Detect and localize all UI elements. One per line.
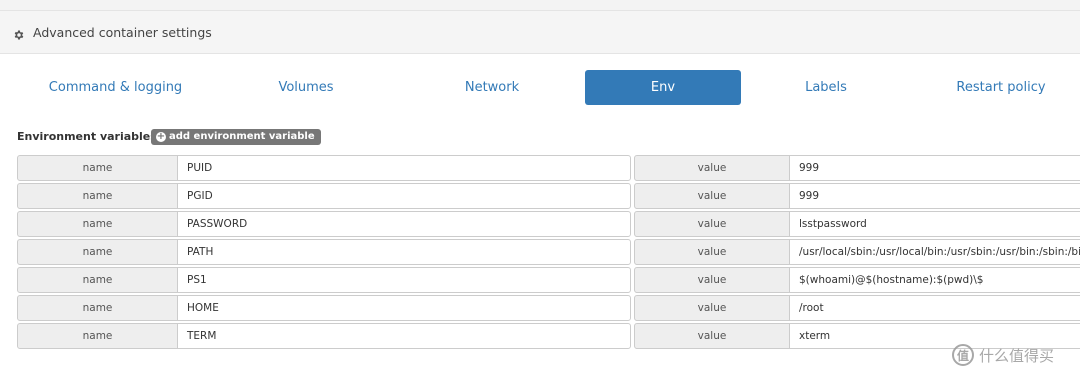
env-row: name PS1 value $(whoami)@$(hostname):$(p… <box>17 267 1080 295</box>
top-strip <box>0 0 1080 10</box>
env-value-input[interactable]: /usr/local/sbin:/usr/local/bin:/usr/sbin… <box>789 239 1080 265</box>
tab-env[interactable]: Env <box>585 70 741 105</box>
env-value-input[interactable]: lsstpassword <box>789 211 1080 237</box>
panel-title: Advanced container settings <box>33 24 212 40</box>
settings-tabs: Command & logging Volumes Network Env La… <box>0 70 1080 106</box>
name-label: name <box>17 267 178 293</box>
value-label: value <box>634 323 790 349</box>
value-label: value <box>634 211 790 237</box>
env-value-input[interactable]: /root <box>789 295 1080 321</box>
tab-labels[interactable]: Labels <box>748 70 904 105</box>
env-value-input[interactable]: 999 <box>789 183 1080 209</box>
value-label: value <box>634 183 790 209</box>
name-label: name <box>17 323 178 349</box>
gear-icon <box>13 26 25 40</box>
env-value-input[interactable]: $(whoami)@$(hostname):$(pwd)\$ <box>789 267 1080 293</box>
env-name-input[interactable]: PUID <box>177 155 631 181</box>
env-section-title: Environment variables <box>17 130 157 143</box>
env-name-input[interactable]: PASSWORD <box>177 211 631 237</box>
watermark-logo-icon: 值 <box>952 344 974 366</box>
env-row: name PUID value 999 <box>17 155 1080 183</box>
env-name-input[interactable]: TERM <box>177 323 631 349</box>
env-value-input[interactable]: 999 <box>789 155 1080 181</box>
env-row: name PASSWORD value lsstpassword <box>17 211 1080 239</box>
watermark-text: 什么值得买 <box>979 346 1055 365</box>
tab-restart-policy[interactable]: Restart policy <box>921 70 1080 105</box>
tab-network[interactable]: Network <box>414 70 570 105</box>
env-variable-list: name PUID value 999 name PGID value 999 … <box>17 155 1080 351</box>
name-label: name <box>17 239 178 265</box>
add-env-variable-button[interactable]: + add environment variable <box>151 129 321 145</box>
env-row: name PATH value /usr/local/sbin:/usr/loc… <box>17 239 1080 267</box>
env-row: name PGID value 999 <box>17 183 1080 211</box>
env-name-input[interactable]: PATH <box>177 239 631 265</box>
tab-command-logging[interactable]: Command & logging <box>23 70 208 105</box>
name-label: name <box>17 211 178 237</box>
value-label: value <box>634 239 790 265</box>
value-label: value <box>634 155 790 181</box>
value-label: value <box>634 295 790 321</box>
name-label: name <box>17 155 178 181</box>
advanced-settings-header[interactable]: Advanced container settings <box>0 10 1080 54</box>
env-row: name HOME value /root <box>17 295 1080 323</box>
add-env-variable-label: add environment variable <box>169 131 315 142</box>
name-label: name <box>17 295 178 321</box>
watermark: 值 什么值得买 <box>952 342 1054 368</box>
env-name-input[interactable]: HOME <box>177 295 631 321</box>
env-name-input[interactable]: PGID <box>177 183 631 209</box>
tab-volumes[interactable]: Volumes <box>228 70 384 105</box>
env-name-input[interactable]: PS1 <box>177 267 631 293</box>
env-row: name TERM value xterm <box>17 323 1080 351</box>
plus-circle-icon: + <box>156 131 166 142</box>
value-label: value <box>634 267 790 293</box>
name-label: name <box>17 183 178 209</box>
